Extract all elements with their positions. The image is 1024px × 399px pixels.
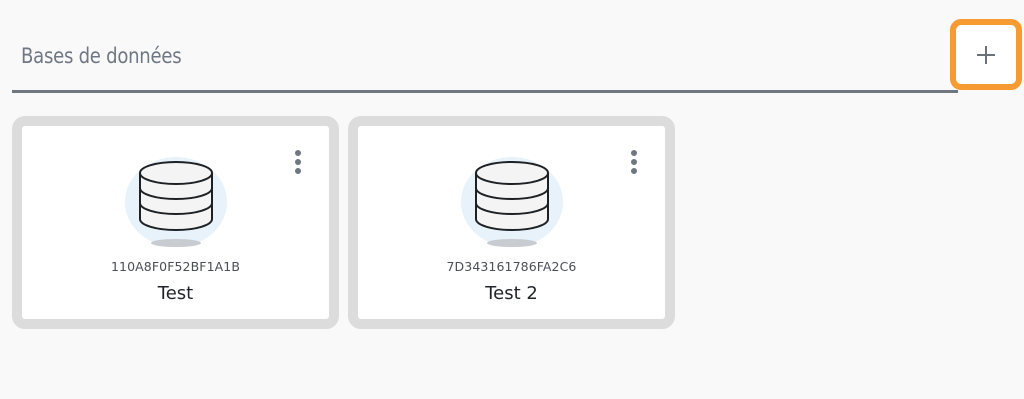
database-icon bbox=[475, 161, 549, 247]
database-list: 110A8F0F52BF1A1B Test 7D343161786FA2C6 T… bbox=[12, 116, 1012, 330]
header-divider bbox=[12, 90, 958, 93]
database-name: Test bbox=[157, 283, 194, 304]
database-icon bbox=[139, 161, 213, 247]
database-id: 7D343161786FA2C6 bbox=[446, 259, 577, 274]
more-vertical-icon[interactable] bbox=[622, 148, 646, 176]
database-card[interactable]: 110A8F0F52BF1A1B Test bbox=[12, 116, 339, 329]
page-title: Bases de données bbox=[21, 44, 182, 68]
add-database-button[interactable] bbox=[950, 19, 1022, 90]
more-vertical-icon[interactable] bbox=[286, 148, 310, 176]
database-id: 110A8F0F52BF1A1B bbox=[111, 259, 240, 274]
database-card[interactable]: 7D343161786FA2C6 Test 2 bbox=[348, 116, 675, 329]
section-header: Bases de données bbox=[12, 19, 1022, 94]
page: Bases de données 110A8F0F52BF1A1B Test 7… bbox=[0, 0, 1024, 399]
plus-icon bbox=[977, 45, 995, 64]
database-name: Test 2 bbox=[485, 283, 538, 304]
